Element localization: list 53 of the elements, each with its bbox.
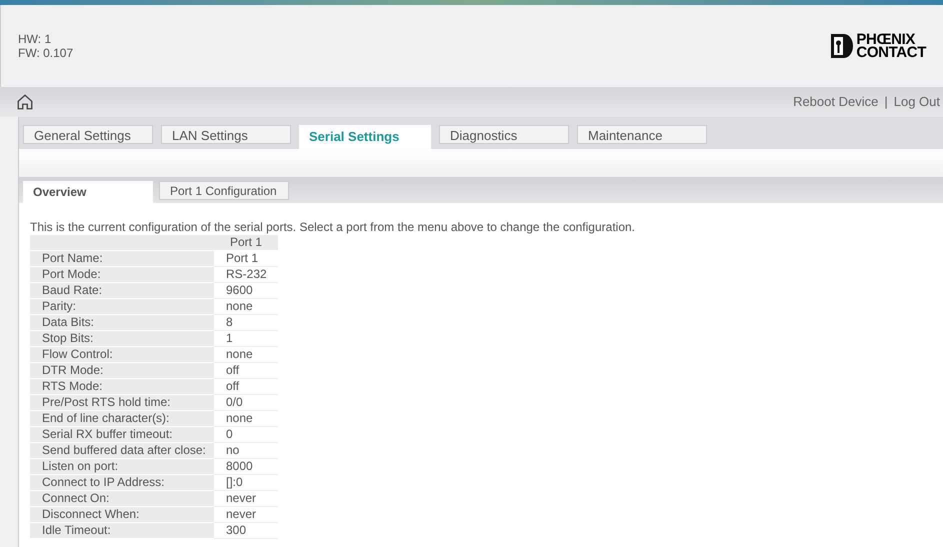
hardware-version: HW: 1 xyxy=(18,32,52,46)
row-label: DTR Mode: xyxy=(30,362,214,378)
table-cell: 8000 xyxy=(214,458,278,474)
intro-text: This is the current configuration of the serial ports. Select a port from the menu above to change the configuration. xyxy=(30,220,636,234)
row-label: Baud Rate: xyxy=(30,282,214,298)
table-cell: 1 xyxy=(214,330,278,346)
table-cell: never xyxy=(214,490,278,506)
tab[interactable]: Diagnostics xyxy=(439,125,569,144)
table-cell: 8 xyxy=(214,314,278,330)
logout-link[interactable]: Log Out xyxy=(894,92,940,112)
row-label: Stop Bits: xyxy=(30,330,214,346)
table-cell: none xyxy=(214,346,278,362)
table-cell: no xyxy=(214,442,278,458)
row-label: RTS Mode: xyxy=(30,378,214,394)
table-cell: []:0 xyxy=(214,474,278,490)
row-label: Send buffered data after close: xyxy=(30,442,214,458)
row-label: Connect to IP Address: xyxy=(30,474,214,490)
table-cell: Port 1 xyxy=(214,250,278,266)
row-label: Port Name: xyxy=(30,250,214,266)
table-cell: off xyxy=(214,362,278,378)
row-label: End of line character(s): xyxy=(30,410,214,426)
column-header: Port 1 xyxy=(214,235,278,250)
row-label: Idle Timeout: xyxy=(30,522,214,538)
tab[interactable]: LAN Settings xyxy=(161,125,291,144)
logo-icon xyxy=(830,33,854,59)
table-cell: none xyxy=(214,298,278,314)
reboot-link[interactable]: Reboot Device xyxy=(793,92,878,112)
table-cell: 300 xyxy=(214,522,278,538)
home-icon[interactable] xyxy=(16,93,34,111)
row-label: Pre/Post RTS hold time: xyxy=(30,394,214,410)
row-label: Parity: xyxy=(30,298,214,314)
table-cell: 9600 xyxy=(214,282,278,298)
sub-tab[interactable]: Port 1 Configuration xyxy=(159,181,289,200)
logo: PHŒNIX CONTACT xyxy=(830,33,926,59)
tab[interactable]: Serial Settings xyxy=(299,125,431,149)
row-label: Disconnect When: xyxy=(30,506,214,522)
sub-tab[interactable]: Overview xyxy=(23,181,153,203)
tab[interactable]: General Settings xyxy=(23,125,153,144)
table-cell: none xyxy=(214,410,278,426)
table-cell: 0 xyxy=(214,426,278,442)
table-cell: 0/0 xyxy=(214,394,278,410)
row-label: Serial RX buffer timeout: xyxy=(30,426,214,442)
table-cell: RS-232 xyxy=(214,266,278,282)
row-label: Port Mode: xyxy=(30,266,214,282)
separator: | xyxy=(884,93,888,112)
row-label: Connect On: xyxy=(30,490,214,506)
row-label: Flow Control: xyxy=(30,346,214,362)
firmware-version: FW: 0.107 xyxy=(18,46,74,60)
table-cell: never xyxy=(214,506,278,522)
tab[interactable]: Maintenance xyxy=(577,125,707,144)
row-label: Data Bits: xyxy=(30,314,214,330)
row-label: Listen on port: xyxy=(30,458,214,474)
table-cell: off xyxy=(214,378,278,394)
